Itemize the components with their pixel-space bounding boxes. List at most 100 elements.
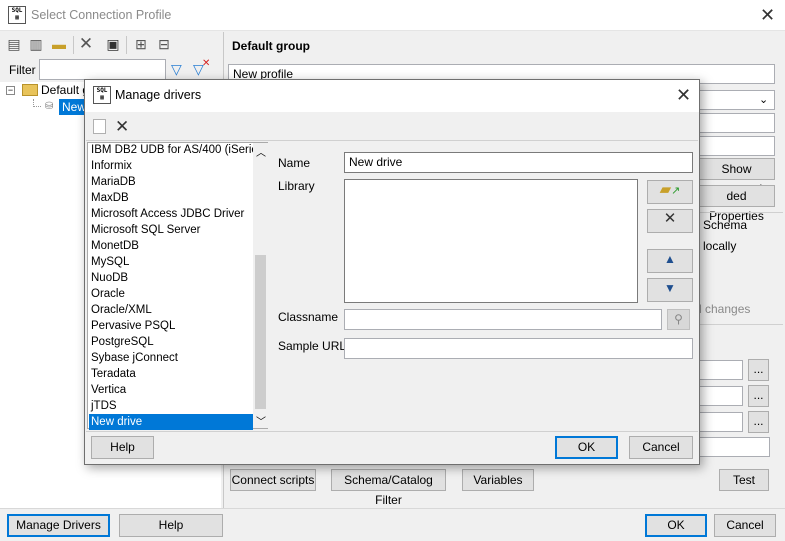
extended-properties-button[interactable]: ded Properties [698, 185, 775, 223]
dialog-help-button[interactable]: Help [91, 436, 154, 459]
manage-drivers-button[interactable]: Manage Drivers [7, 514, 110, 537]
tree-collapse-toggle[interactable]: − [6, 86, 15, 95]
driver-list[interactable]: IBM DB2 UDB for AS/400 (iSeries) Informix… [87, 142, 268, 430]
schema-catalog-filter-button[interactable]: Schema/Catalog Filter [331, 469, 446, 507]
schema-option-label: Schema [703, 218, 748, 232]
tree-group-label[interactable]: Default g [41, 83, 89, 97]
toolbar-divider [86, 140, 698, 141]
info-input[interactable] [698, 437, 770, 457]
driver-list-item[interactable]: Microsoft Access JDBC Driver [91, 206, 244, 222]
new-document-icon[interactable] [93, 119, 106, 134]
url-input[interactable] [698, 113, 775, 133]
changes-option-label: l changes [699, 302, 751, 316]
toolbar-separator [126, 36, 127, 54]
window-title: Select Connection Profile [31, 8, 172, 22]
scroll-up-icon[interactable]: ︿ [256, 144, 266, 159]
driver-list-item[interactable]: MariaDB [91, 174, 136, 190]
divider [698, 324, 783, 325]
browse-button[interactable]: ... [748, 411, 769, 433]
driver-list-item[interactable]: Vertica [91, 382, 126, 398]
move-up-button[interactable]: ▲ [647, 249, 693, 273]
driver-list-item[interactable]: Oracle [91, 286, 125, 302]
scrollbar-thumb[interactable] [255, 255, 266, 409]
tree-connector [33, 99, 41, 107]
username-input[interactable] [698, 136, 775, 156]
filter-input[interactable] [39, 59, 166, 80]
driver-list-item[interactable]: Oracle/XML [91, 302, 152, 318]
driver-list-item[interactable]: Teradata [91, 366, 136, 382]
driver-list-item[interactable]: MySQL [91, 254, 129, 270]
driver-list-item[interactable]: IBM DB2 UDB for AS/400 (iSeries) [91, 142, 267, 158]
new-profile-icon[interactable]: ▤ [5, 35, 23, 53]
footer-divider [0, 508, 785, 509]
driver-list-item[interactable]: NuoDB [91, 270, 128, 286]
delete-icon[interactable]: ✕ [115, 117, 129, 137]
window-titlebar: SQL ▦ Select Connection Profile ✕ [0, 0, 785, 31]
library-list[interactable] [344, 179, 638, 303]
chevron-down-icon: ⌄ [759, 94, 769, 106]
workspace-input[interactable] [698, 360, 743, 380]
name-label: Name [278, 156, 311, 170]
locally-option-label: locally [703, 239, 737, 253]
driver-select[interactable]: ⌄ [698, 90, 775, 110]
browse-button[interactable]: ... [748, 359, 769, 381]
driver-list-item[interactable]: MonetDB [91, 238, 139, 254]
new-folder-icon[interactable]: ▬ [50, 35, 68, 53]
filter-icon[interactable]: ▽ [171, 61, 182, 78]
arrow-up-icon: ▲ [664, 252, 676, 266]
macro-file-input[interactable] [698, 386, 743, 406]
dialog-ok-button[interactable]: OK [555, 436, 618, 459]
driver-list-item[interactable]: New drive [89, 414, 253, 430]
browse-button[interactable]: ... [748, 385, 769, 407]
delete-profile-icon[interactable]: ✕ [77, 35, 95, 53]
cancel-button[interactable]: Cancel [714, 514, 776, 537]
dialog-footer-divider [86, 431, 698, 432]
remove-library-button[interactable]: ✕ [647, 209, 693, 233]
driver-name-input[interactable]: New drive [344, 152, 693, 173]
driver-list-item[interactable]: Informix [91, 158, 132, 174]
database-icon: ⛁ [45, 101, 54, 112]
test-button[interactable]: Test [719, 469, 769, 491]
move-down-button[interactable]: ▼ [647, 278, 693, 302]
connect-scripts-button[interactable]: Connect scripts [230, 469, 316, 491]
clear-filter-x-icon: ✕ [202, 58, 211, 69]
manage-drivers-dialog: SQL ▦ Manage drivers ✕ ✕ IBM DB2 UDB for … [84, 79, 700, 465]
save-icon[interactable]: ▣ [104, 35, 122, 53]
plus-icon: ↗ [671, 185, 681, 197]
ok-button[interactable]: OK [645, 514, 707, 537]
variables-button[interactable]: Variables [462, 469, 534, 491]
dialog-cancel-button[interactable]: Cancel [629, 436, 693, 459]
scroll-down-icon[interactable]: ﹀ [256, 413, 266, 428]
classname-input[interactable] [344, 309, 662, 330]
driver-list-item[interactable]: Pervasive PSQL [91, 318, 175, 334]
dialog-title: Manage drivers [115, 88, 202, 102]
scrollbar[interactable]: ︿ ﹀ [253, 143, 268, 428]
copy-profile-icon[interactable]: ▥ [27, 35, 45, 53]
sample-url-label: Sample URL [278, 339, 347, 353]
dialog-titlebar: SQL ▦ Manage drivers ✕ [85, 80, 699, 112]
window-close-button[interactable]: ✕ [760, 6, 775, 24]
add-folder-button[interactable]: ▰↗ [647, 180, 693, 204]
group-header: Default group [232, 39, 310, 53]
sample-url-input[interactable] [344, 338, 693, 359]
driver-list-item[interactable]: PostgreSQL [91, 334, 154, 350]
arrow-down-icon: ▼ [664, 281, 676, 295]
profile-toolbar: ▤ ▥ ▬ ✕ ▣ ⊞ ⊟ [0, 32, 221, 58]
toolbar-separator [73, 36, 74, 54]
show-password-button[interactable]: Show password [698, 158, 775, 196]
dialog-close-button[interactable]: ✕ [676, 86, 691, 104]
driver-list-item[interactable]: Microsoft SQL Server [91, 222, 201, 238]
filter-label: Filter [9, 63, 36, 77]
search-icon[interactable]: ⚲ [667, 309, 690, 330]
driver-list-item[interactable]: jTDS [91, 398, 117, 414]
collapse-all-icon[interactable]: ⊟ [155, 35, 173, 53]
driver-list-item[interactable]: Sybase jConnect [91, 350, 178, 366]
classname-label: Classname [278, 310, 339, 324]
expand-all-icon[interactable]: ⊞ [132, 35, 150, 53]
dialog-app-icon: SQL ▦ [93, 86, 111, 104]
add-folder-icon: ▰ [659, 181, 672, 198]
help-button[interactable]: Help [119, 514, 223, 537]
icon-file-input[interactable] [698, 412, 743, 432]
folder-icon [22, 84, 38, 96]
driver-list-item[interactable]: MaxDB [91, 190, 129, 206]
